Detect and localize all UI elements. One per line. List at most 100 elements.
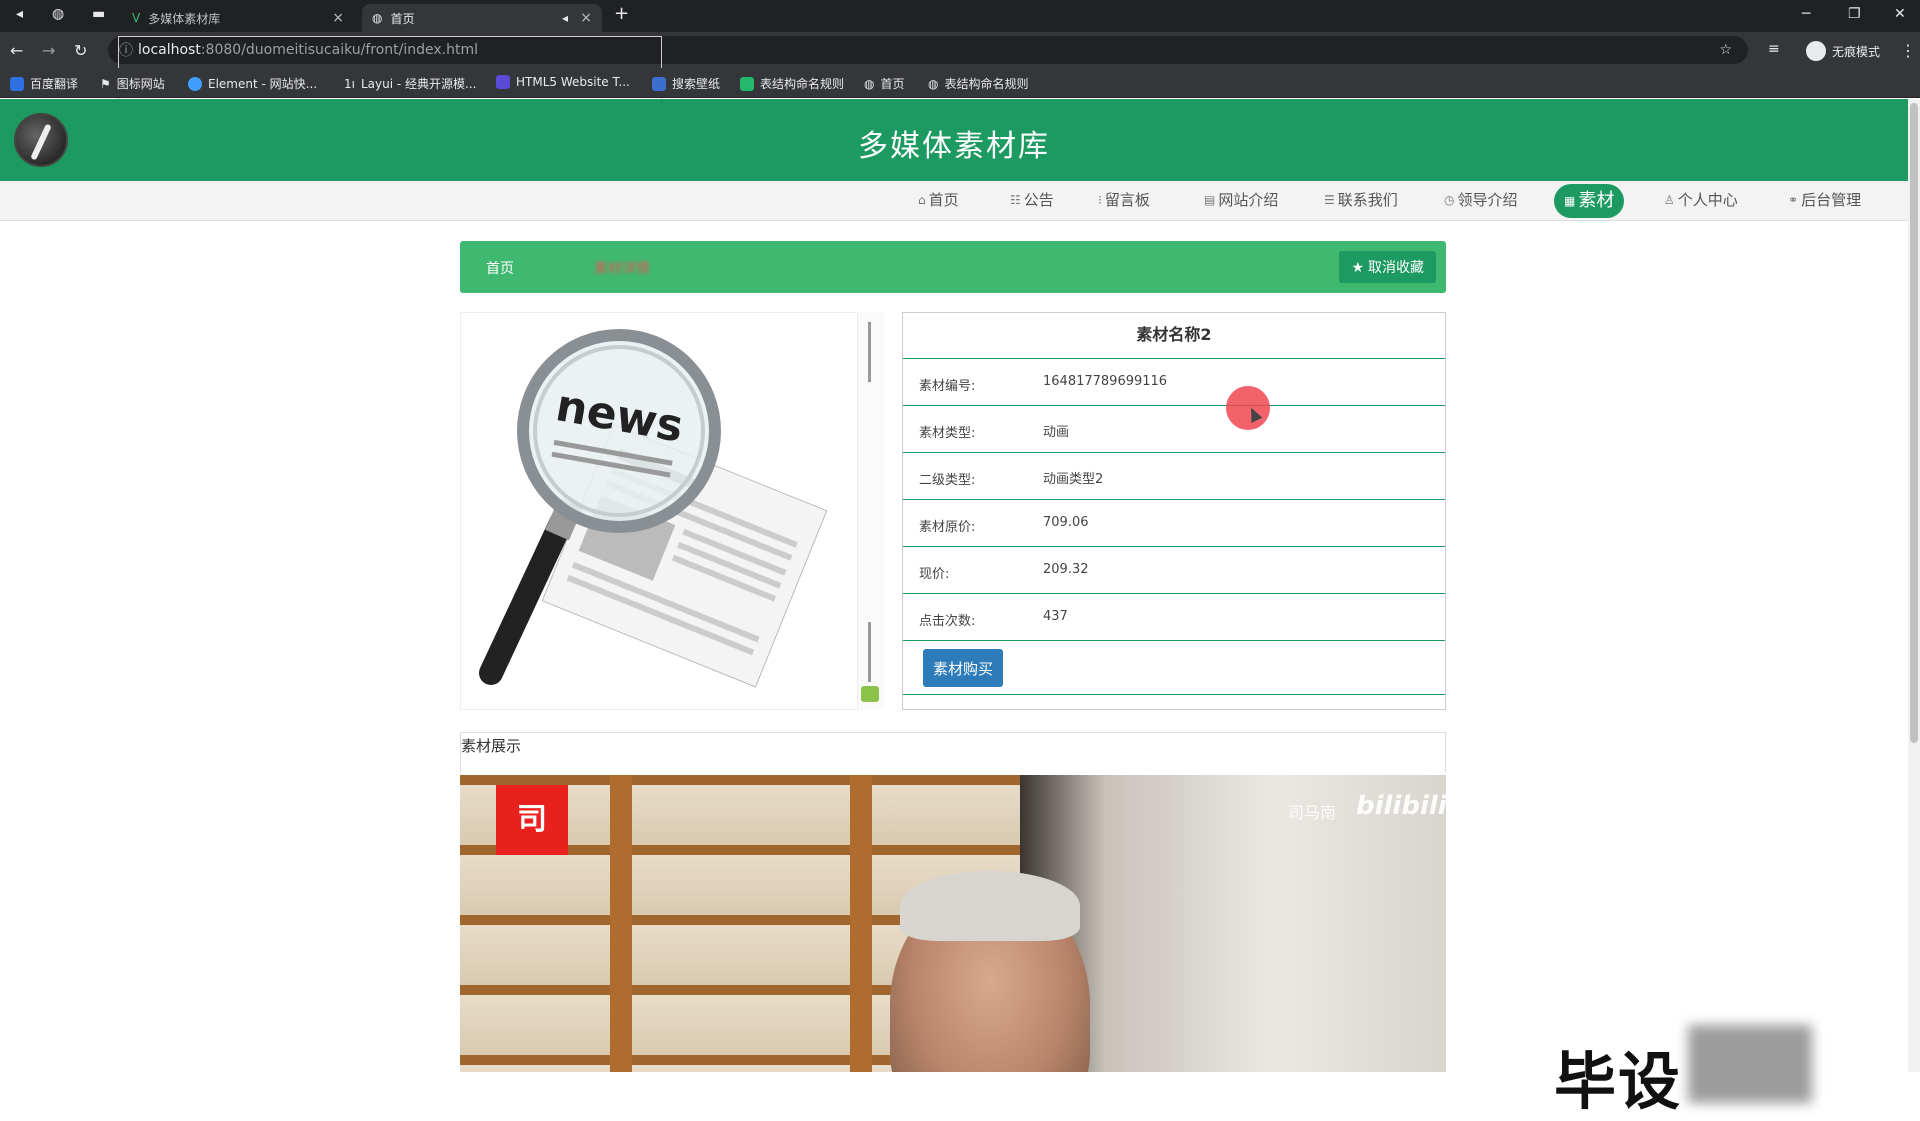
menu-icon[interactable]: ⋮ (1900, 41, 1916, 60)
back-icon[interactable]: ← (10, 41, 23, 60)
scrollbar-thumb[interactable] (1910, 103, 1918, 743)
detail-row: 二级类型: 动画类型2 (903, 453, 1445, 500)
breadcrumb-home[interactable]: 首页 (486, 258, 514, 278)
grid-icon: ▦ (1564, 194, 1576, 208)
nav-admin[interactable]: ⚭ 后台管理 (1788, 189, 1861, 210)
nav-label: 个人中心 (1677, 191, 1738, 209)
nav-label: 素材 (1578, 190, 1615, 211)
detail-label: 现价: (919, 567, 950, 582)
bookmark-item[interactable]: HTML5 Website T... (496, 75, 630, 89)
list-icon: ☰ (1324, 192, 1335, 207)
video-shelf-post (850, 775, 872, 1072)
book-icon: ▤ (1204, 192, 1216, 207)
close-icon[interactable]: × (580, 10, 592, 26)
nav-user-center[interactable]: ♙ 个人中心 (1664, 189, 1738, 210)
video-shelf-post (610, 775, 632, 1072)
wallpaper-icon (652, 76, 666, 91)
detail-row: 点击次数: 437 (903, 594, 1445, 641)
detail-value: 动画 (1043, 425, 1070, 440)
globe-icon: ◍ (928, 76, 939, 91)
buy-button[interactable]: 素材购买 (923, 649, 1004, 687)
bookmark-item[interactable]: 搜索壁纸 (652, 75, 720, 92)
bookmark-item[interactable]: ◍ 表结构命名规则 (928, 75, 1029, 92)
nav-label: 留言板 (1104, 191, 1150, 209)
bookmark-item[interactable]: 1ı Layui - 经典开源模... (344, 75, 476, 92)
close-window-icon[interactable]: ✕ (1894, 6, 1906, 22)
nav-notice[interactable]: ☷ 公告 (1010, 189, 1054, 210)
element-icon (188, 76, 202, 91)
showcase-label: 素材展示 (461, 737, 522, 755)
bookmark-label: 表结构命名规则 (760, 77, 845, 91)
nav-label: 后台管理 (1801, 191, 1862, 209)
link-icon: ⚭ (1788, 192, 1799, 207)
forward-icon[interactable]: → (42, 41, 55, 60)
strip-line (868, 322, 871, 382)
globe-icon[interactable]: ◍ (52, 6, 64, 22)
translate-icon (10, 76, 24, 91)
bookmark-item[interactable]: Element - 网站快... (188, 75, 317, 92)
globe-icon: ◍ (372, 11, 383, 25)
incognito-label: 无痕模式 (1831, 44, 1880, 59)
main-nav: ⌂ 首页 ☷ 公告 ⁝ 留言板 ▤ 网站介绍 ☰ 联系我们 ◷ 领导介绍 ▦ 素材 ♙ 个人中心… (0, 181, 1908, 221)
nav-label: 网站介绍 (1218, 191, 1279, 209)
url-input[interactable]: ⓘ localhost:8080/duomeitisucaiku/front/i… (108, 36, 1748, 434)
image-scroll-strip (858, 312, 884, 710)
browser-tabbar: ◂ ◍ ▬ V 多媒体素材库 × ◍ 首页 ◂ × + ─ ❐ ✕ (0, 0, 1920, 32)
home-icon: ⌂ (918, 192, 926, 207)
bookmark-item[interactable]: ⚑ 图标网站 (100, 75, 165, 92)
material-detail-panel: 素材名称2 素材编号: 1648177896991​16 素材类型: 动画 二级… (902, 312, 1446, 710)
detail-value: 709.06 (1043, 515, 1089, 530)
watermark-text: 毕设 (1554, 1045, 1683, 1118)
video-person-hair (900, 871, 1080, 941)
breadcrumb: 首页 素材详情 ★ 取消收藏 (460, 241, 1446, 293)
minimize-icon[interactable]: ─ (1802, 6, 1810, 22)
detail-label: 二级类型: (919, 473, 976, 488)
user-icon: ♙ (1664, 192, 1675, 207)
video-uploader: 司马南 (1288, 803, 1337, 822)
mute-icon[interactable]: ◂ (562, 11, 568, 25)
detail-value: 1648177896991​16 (1043, 374, 1168, 389)
bookmark-label: 首页 (880, 77, 905, 91)
vue-icon: V (132, 11, 141, 25)
incognito-indicator[interactable]: 无痕模式 (1805, 41, 1880, 61)
nav-message-board[interactable]: ⁝ 留言板 (1098, 189, 1150, 210)
unfavorite-button[interactable]: ★ 取消收藏 (1339, 251, 1436, 283)
bookmark-label: 图标网站 (116, 77, 165, 91)
detail-label: 素材类型: (919, 426, 976, 441)
browser-tab-2[interactable]: ◍ 首页 ◂ × (362, 4, 602, 32)
close-icon[interactable]: × (332, 10, 344, 26)
bookmarks-bar: 百度翻译 ⚑ 图标网站 Element - 网站快... 1ı Layui - 经典… (0, 68, 1920, 98)
nav-material[interactable]: ▦ 素材 (1554, 184, 1625, 218)
detail-label: 素材编号: (919, 379, 976, 394)
browser-tab-1[interactable]: V 多媒体素材库 × (122, 4, 354, 32)
nav-leader-intro[interactable]: ◷ 领导介绍 (1444, 189, 1518, 210)
video-player[interactable]: 司 司马南 bilibili (460, 775, 1446, 1072)
detail-label: 素材原价: (919, 520, 976, 535)
nav-site-intro[interactable]: ▤ 网站介绍 (1204, 189, 1278, 210)
detail-row: 素材类型: 动画 (903, 406, 1445, 453)
strip-marker (861, 686, 879, 702)
bookmark-star-icon[interactable]: ☆ (1719, 36, 1732, 64)
layui-icon: 1ı (344, 76, 355, 91)
detail-row: 素材原价: 709.06 (903, 500, 1445, 547)
window-icon[interactable]: ▬ (92, 6, 105, 22)
incognito-icon (1805, 41, 1826, 61)
restore-icon[interactable]: ❐ (1848, 6, 1861, 22)
bookmark-item[interactable]: ◍ 首页 (864, 75, 905, 92)
channel-logo: 司 (496, 785, 568, 855)
detail-value: 437 (1043, 609, 1068, 624)
new-tab-icon[interactable]: + (614, 3, 629, 24)
bookmark-label: Element - 网站快... (208, 77, 318, 91)
detail-row: 现价: 209.32 (903, 547, 1445, 594)
tab-title: 首页 (390, 11, 415, 26)
tab-search-icon[interactable]: ◂ (16, 6, 23, 22)
bookmark-item[interactable]: 百度翻译 (10, 75, 78, 92)
site-title: 多媒体素材库 (858, 129, 1050, 164)
material-image: news (460, 312, 858, 710)
nav-home[interactable]: ⌂ 首页 (918, 189, 959, 210)
bookmark-item[interactable]: 表结构命名规则 (740, 75, 844, 92)
nav-contact[interactable]: ☰ 联系我们 (1324, 189, 1398, 210)
tab-search-icon[interactable]: ≡ (1768, 41, 1780, 57)
page-scrollbar[interactable] (1908, 99, 1920, 1072)
reload-icon[interactable]: ↻ (74, 41, 87, 60)
